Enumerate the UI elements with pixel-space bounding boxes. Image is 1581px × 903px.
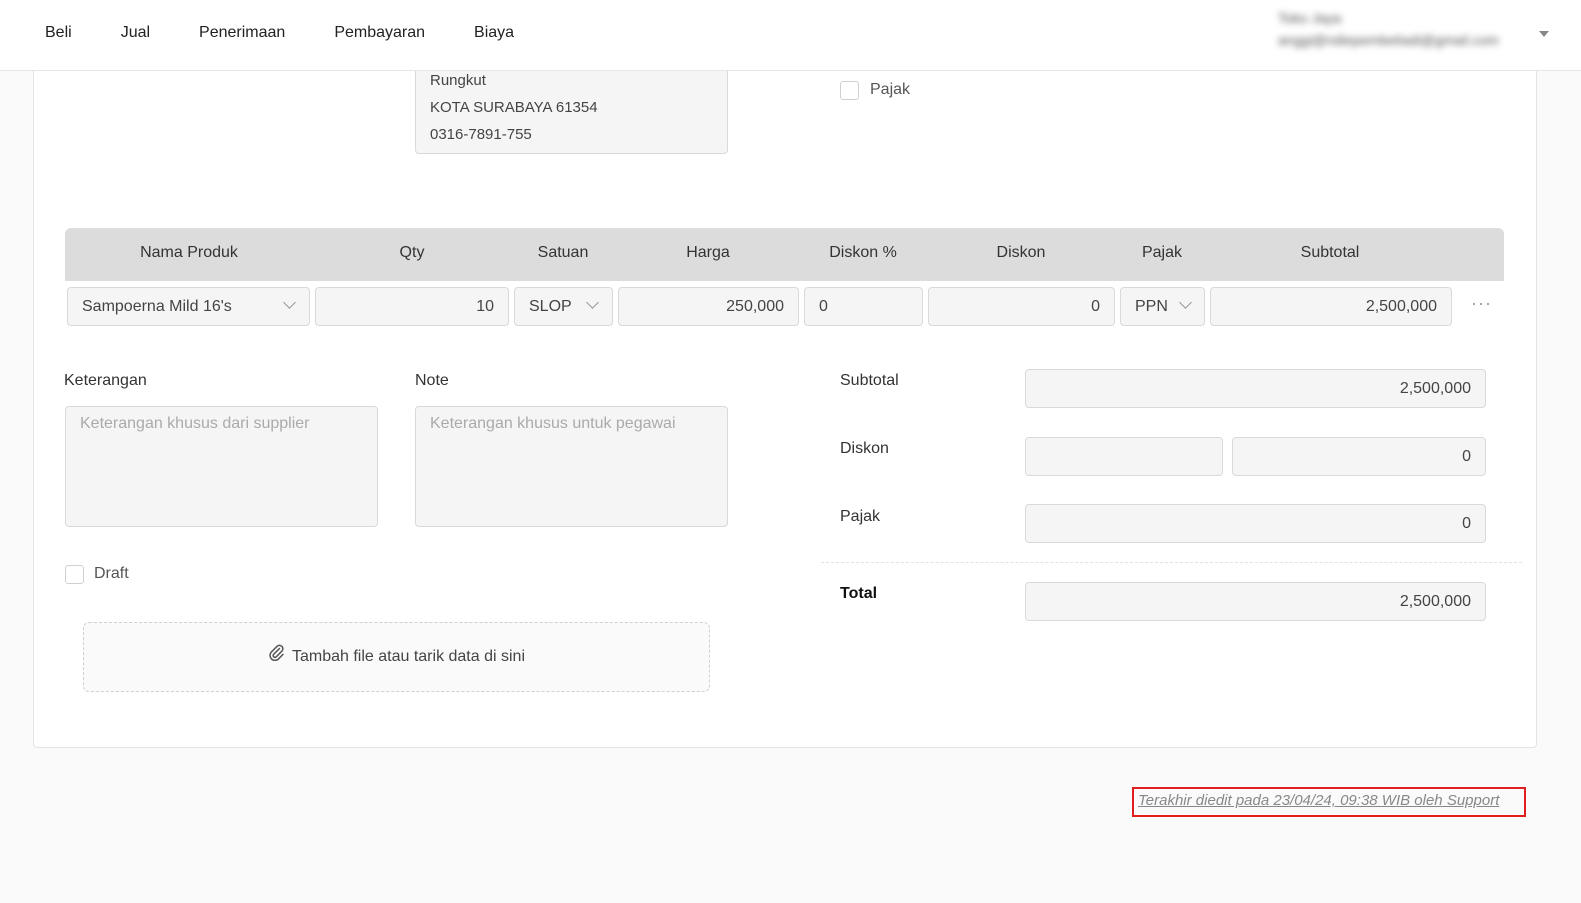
nav-item-jual[interactable]: Jual <box>121 24 150 42</box>
nav-item-penerimaan[interactable]: Penerimaan <box>199 24 285 42</box>
paperclip-icon <box>268 623 284 691</box>
user-menu[interactable]: Toko Jaya anggi@ndiepembeliadi@gmail.com <box>1278 10 1538 48</box>
last-edited-highlight: Terakhir diedit pada 23/04/24, 09:38 WIB… <box>1132 787 1526 817</box>
nav-item-beli[interactable]: Beli <box>45 24 72 42</box>
summary-tax-label: Pajak <box>840 508 881 525</box>
chevron-down-icon <box>586 296 599 309</box>
product-select[interactable]: Sampoerna Mild 16's <box>67 287 310 326</box>
summary-tax-field: 0 <box>1025 504 1486 543</box>
file-upload-dropzone[interactable]: Tambah file atau tarik data di sini <box>83 622 710 692</box>
keterangan-label: Keterangan <box>64 372 147 389</box>
product-table-header: Nama Produk Qty Satuan Harga Diskon % Di… <box>65 228 1504 281</box>
caret-down-icon[interactable] <box>1539 31 1549 37</box>
discount-percent-input[interactable]: 0 <box>804 287 923 326</box>
last-edited-link[interactable]: Terakhir diedit pada 23/04/24, 09:38 WIB… <box>1138 792 1499 809</box>
address-line-1: Rungkut <box>430 72 486 89</box>
header-harga: Harga <box>686 244 730 261</box>
header-diskon-persen: Diskon % <box>829 244 897 261</box>
nav-item-pembayaran[interactable]: Pembayaran <box>334 24 425 42</box>
product-select-value: Sampoerna Mild 16's <box>82 298 232 315</box>
draft-label: Draft <box>94 565 129 582</box>
tax-checkbox-label: Pajak <box>870 81 911 98</box>
header-nama-produk: Nama Produk <box>140 244 238 261</box>
nav-item-biaya[interactable]: Biaya <box>474 24 514 42</box>
keterangan-textarea[interactable]: Keterangan khusus dari supplier <box>65 406 378 527</box>
tax-select[interactable]: PPN <box>1120 287 1205 326</box>
header-diskon: Diskon <box>996 244 1046 261</box>
unit-select-value: SLOP <box>529 298 572 315</box>
row-subtotal: 2,500,000 <box>1210 287 1452 326</box>
chevron-down-icon <box>1179 296 1192 309</box>
summary-subtotal-field: 2,500,000 <box>1025 369 1486 408</box>
upload-label: Tambah file atau tarik data di sini <box>291 648 525 666</box>
tax-checkbox[interactable] <box>840 81 859 100</box>
tax-select-value: PPN <box>1135 298 1168 315</box>
summary-subtotal-label: Subtotal <box>840 372 899 389</box>
summary-total-field: 2,500,000 <box>1025 582 1486 621</box>
address-line-2: KOTA SURABAYA 61354 <box>430 99 598 116</box>
summary-divider <box>821 562 1522 563</box>
top-navbar: Beli Jual Penerimaan Pembayaran Biaya To… <box>0 0 1581 71</box>
header-subtotal: Subtotal <box>1300 244 1360 261</box>
supplier-address-box: Rungkut KOTA SURABAYA 61354 0316-7891-75… <box>415 60 728 154</box>
header-satuan: Satuan <box>537 244 589 261</box>
qty-input[interactable]: 10 <box>315 287 509 326</box>
main-menu: Beli Jual Penerimaan Pembayaran Biaya <box>45 24 563 42</box>
summary-discount-label: Diskon <box>840 440 889 457</box>
header-qty: Qty <box>399 244 425 261</box>
user-email: anggi@ndiepembeliadi@gmail.com <box>1278 32 1499 48</box>
unit-select[interactable]: SLOP <box>514 287 613 326</box>
summary-discount-percent-input[interactable] <box>1025 437 1223 476</box>
summary-discount-input[interactable]: 0 <box>1232 437 1486 476</box>
chevron-down-icon <box>283 296 296 309</box>
price-input[interactable]: 250,000 <box>618 287 799 326</box>
note-textarea[interactable]: Keterangan khusus untuk pegawai <box>415 406 728 527</box>
draft-checkbox[interactable] <box>65 565 84 584</box>
header-pajak: Pajak <box>1141 244 1183 261</box>
user-name: Toko Jaya <box>1278 10 1342 26</box>
summary-total-label: Total <box>840 585 878 602</box>
note-label: Note <box>415 372 449 389</box>
row-more-icon[interactable]: ··· <box>1471 293 1492 314</box>
address-line-3: 0316-7891-755 <box>430 126 532 143</box>
discount-input[interactable]: 0 <box>928 287 1115 326</box>
